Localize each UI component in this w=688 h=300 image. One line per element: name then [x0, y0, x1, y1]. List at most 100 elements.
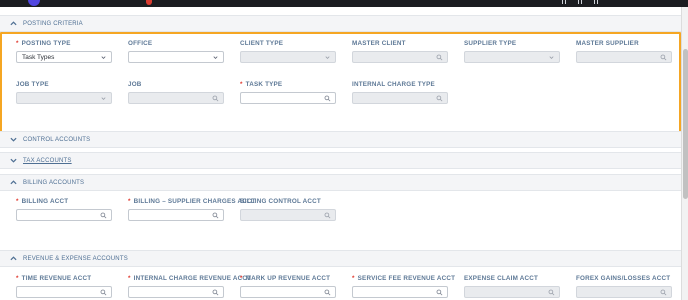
posting-criteria-panel: * POSTING TYPE Task Types OFFICE CLIENT T… [0, 32, 681, 133]
field-label: INTERNAL CHARGE TYPE [352, 81, 435, 88]
field-label: EXPENSE CLAIM ACCT [464, 275, 539, 282]
field-label: JOB TYPE [16, 81, 49, 88]
field-label: * INTERNAL CHARGE REVENUE ACCT [128, 275, 251, 282]
supplier-type-select[interactable] [464, 51, 560, 63]
internal-charge-revenue-acct-lookup[interactable] [128, 286, 224, 298]
select-value: Task Types [22, 54, 55, 61]
toolbar-icon[interactable] [562, 0, 566, 4]
required-marker: * [240, 81, 243, 88]
search-icon [436, 289, 443, 296]
chevron-up-icon [9, 256, 17, 261]
chevron-down-icon [100, 95, 107, 102]
master-supplier-field: MASTER SUPPLIER [576, 40, 676, 63]
field-label: CLIENT TYPE [240, 40, 284, 47]
field-label: MASTER SUPPLIER [576, 40, 639, 47]
section-title: TAX ACCOUNTS [23, 157, 72, 164]
task-type-field: * TASK TYPE [240, 81, 340, 104]
app-logo-icon[interactable] [28, 0, 40, 6]
master-client-lookup[interactable] [352, 51, 448, 63]
search-icon [548, 289, 555, 296]
forex-gains-losses-acct-field: FOREX GAINS/LOSSES ACCT [576, 275, 676, 298]
job-lookup[interactable] [128, 92, 224, 104]
forex-gains-losses-acct-lookup[interactable] [576, 286, 672, 298]
mark-up-revenue-acct-lookup[interactable] [240, 286, 336, 298]
time-revenue-acct-lookup[interactable] [16, 286, 112, 298]
task-type-lookup[interactable] [240, 92, 336, 104]
search-icon [324, 289, 331, 296]
chevron-down-icon [548, 54, 555, 61]
section-header-control-accounts[interactable]: CONTROL ACCOUNTS [0, 131, 681, 148]
mark-up-revenue-acct-field: * MARK UP REVENUE ACCT [240, 275, 340, 298]
job-type-select[interactable] [16, 92, 112, 104]
field-label-text: MARK UP REVENUE ACCT [245, 275, 331, 282]
billing-control-acct-field: BILLING CONTROL ACCT [240, 198, 340, 221]
client-type-field: CLIENT TYPE [240, 40, 340, 63]
revenue-expense-accounts-panel: * TIME REVENUE ACCT * INTERNAL CHARGE REVE… [0, 267, 681, 300]
search-icon [660, 289, 667, 296]
vertical-scrollbar[interactable] [681, 7, 688, 300]
required-marker: * [16, 275, 19, 282]
field-label: * POSTING TYPE [16, 40, 116, 47]
notification-icon[interactable] [146, 0, 152, 5]
internal-charge-type-field: INTERNAL CHARGE TYPE [352, 81, 452, 104]
billing-acct-field: * BILLING ACCT [16, 198, 116, 221]
toolbar-icon[interactable] [594, 0, 598, 4]
app-header [0, 0, 688, 7]
billing-accounts-panel: * BILLING ACCT * BILLING – SUPPLIER CHARGE… [0, 191, 681, 251]
search-icon [100, 289, 107, 296]
posting-type-select[interactable]: Task Types [16, 51, 112, 63]
chevron-down-icon [324, 54, 331, 61]
search-icon [212, 95, 219, 102]
service-fee-revenue-acct-lookup[interactable] [352, 286, 448, 298]
billing-supplier-charges-acct-field: * BILLING – SUPPLIER CHARGES ACCT [128, 198, 256, 221]
master-client-field: MASTER CLIENT [352, 40, 452, 63]
section-header-posting-criteria[interactable]: POSTING CRITERIA [0, 15, 681, 32]
search-icon [436, 54, 443, 61]
field-label: * BILLING ACCT [16, 198, 116, 205]
time-revenue-acct-field: * TIME REVENUE ACCT [16, 275, 116, 298]
section-title: CONTROL ACCOUNTS [23, 136, 91, 143]
expense-claim-acct-field: EXPENSE CLAIM ACCT [464, 275, 564, 298]
field-label: * MARK UP REVENUE ACCT [240, 275, 340, 282]
office-select[interactable] [128, 51, 224, 63]
field-label: * SERVICE FEE REVENUE ACCT [352, 275, 455, 282]
field-label: BILLING CONTROL ACCT [240, 198, 321, 205]
section-header-revenue-expense-accounts[interactable]: REVENUE & EXPENSE ACCOUNTS [0, 250, 681, 267]
scrollbar-thumb[interactable] [683, 49, 688, 199]
required-marker: * [352, 275, 355, 282]
search-icon [660, 54, 667, 61]
toolbar-icon[interactable] [578, 0, 582, 4]
required-marker: * [16, 40, 19, 47]
job-field: JOB [128, 81, 228, 104]
posting-type-field: * POSTING TYPE Task Types [16, 40, 116, 63]
field-label: JOB [128, 81, 142, 88]
field-label-text: POSTING TYPE [21, 40, 71, 47]
field-label-text: INTERNAL CHARGE REVENUE ACCT [133, 275, 252, 282]
search-icon [436, 95, 443, 102]
field-label: * TIME REVENUE ACCT [16, 275, 116, 282]
field-label-text: TASK TYPE [245, 81, 283, 88]
chevron-down-icon [9, 137, 17, 142]
section-title: REVENUE & EXPENSE ACCOUNTS [23, 255, 128, 262]
billing-control-acct-lookup[interactable] [240, 209, 336, 221]
billing-acct-lookup[interactable] [16, 209, 112, 221]
job-type-field: JOB TYPE [16, 81, 116, 104]
search-icon [324, 212, 331, 219]
chevron-down-icon [9, 158, 17, 163]
required-marker: * [128, 275, 131, 282]
supplier-type-field: SUPPLIER TYPE [464, 40, 564, 63]
master-supplier-lookup[interactable] [576, 51, 672, 63]
expense-claim-acct-lookup[interactable] [464, 286, 560, 298]
section-header-tax-accounts[interactable]: TAX ACCOUNTS [0, 152, 681, 169]
chevron-up-icon [9, 180, 17, 185]
field-label-text: SERVICE FEE REVENUE ACCT [357, 275, 456, 282]
field-label: * BILLING – SUPPLIER CHARGES ACCT [128, 198, 256, 205]
search-icon [324, 95, 331, 102]
client-type-select[interactable] [240, 51, 336, 63]
required-marker: * [128, 198, 131, 205]
billing-supplier-charges-acct-lookup[interactable] [128, 209, 224, 221]
section-header-billing-accounts[interactable]: BILLING ACCOUNTS [0, 174, 681, 191]
search-icon [212, 289, 219, 296]
internal-charge-type-lookup[interactable] [352, 92, 448, 104]
field-label: SUPPLIER TYPE [464, 40, 517, 47]
